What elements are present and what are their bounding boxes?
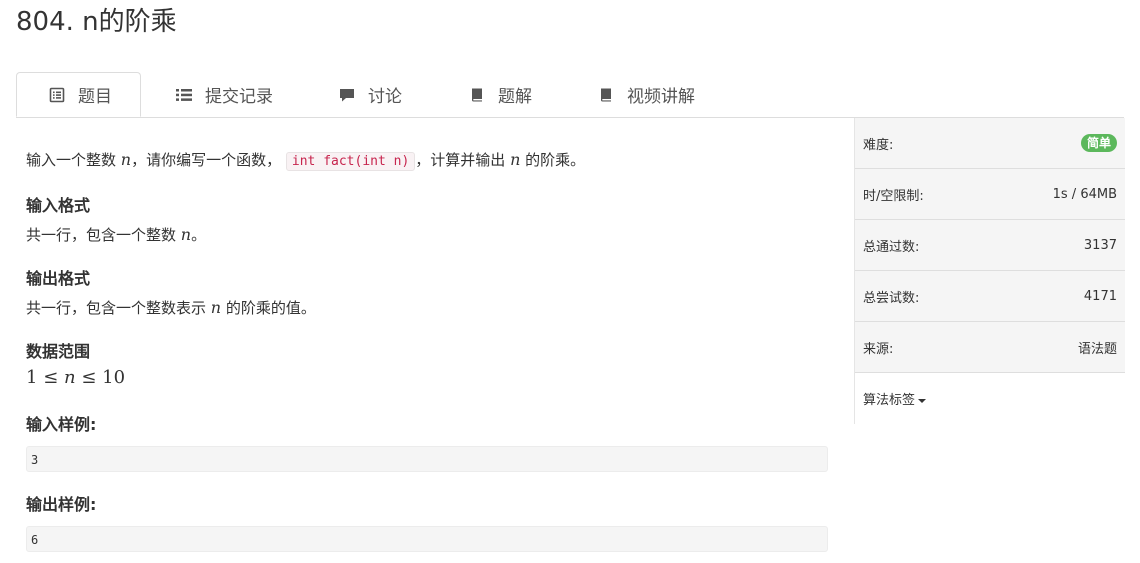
source-value[interactable]: 语法题: [1078, 338, 1117, 357]
tab-submissions-label: 提交记录: [205, 87, 273, 107]
tab-submissions[interactable]: 提交记录: [175, 72, 273, 117]
difficulty-badge: 简单: [1080, 134, 1117, 152]
math-var: n: [510, 150, 521, 169]
accepted-value: 3137: [1083, 237, 1117, 253]
output-format-text: 共一行，包含一个整数表示 n 的阶乘的值。: [26, 297, 316, 318]
bulleted-list-icon: [175, 86, 193, 104]
book-icon: [468, 86, 486, 104]
input-format-heading: 输入格式: [26, 196, 91, 215]
tab-problem[interactable]: 题目: [16, 72, 141, 117]
tab-solutions[interactable]: 题解: [468, 72, 532, 117]
problem-description: 输入一个整数 n，请你编写一个函数， int fact(int n) ，计算并输出…: [26, 149, 585, 171]
problem-info-sidebar: 难度: 简单 时/空限制: 1s / 64MB 总通过数: 3137 总尝试数:…: [854, 118, 1125, 424]
difficulty-label: 难度:: [863, 137, 894, 153]
source-label: 来源:: [863, 341, 894, 357]
tags-row: 算法标签: [855, 373, 1125, 424]
description-text: 输入一个整数: [26, 151, 121, 169]
tab-discussion[interactable]: 讨论: [338, 72, 402, 117]
page-title: 804. n的阶乘: [16, 7, 177, 37]
format-text: 的阶乘的值。: [221, 299, 316, 317]
math-var: n: [210, 298, 222, 317]
tab-problem-label: 题目: [78, 87, 112, 107]
tags-dropdown[interactable]: 算法标签: [863, 389, 927, 408]
tab-discussion-label: 讨论: [368, 87, 402, 107]
output-format-heading: 输出格式: [26, 269, 91, 288]
data-range-heading: 数据范围: [26, 342, 91, 361]
caret-down-icon: [918, 398, 927, 403]
sample-input-heading: 输入样例:: [26, 415, 97, 434]
difficulty-row: 难度: 简单: [855, 118, 1125, 169]
tab-solutions-label: 题解: [498, 87, 532, 107]
math-var: n: [180, 225, 192, 244]
attempts-row: 总尝试数: 4171: [855, 271, 1125, 322]
problem-page: 804. n的阶乘 题目 提交记录 讨论 题解 视频讲解 输入一个整数 n，请你…: [0, 0, 1140, 563]
range-operator: ≤: [81, 367, 97, 388]
comment-icon: [338, 86, 356, 104]
format-text: 共一行，包含一个整数: [26, 226, 181, 244]
limit-row: 时/空限制: 1s / 64MB: [855, 169, 1125, 220]
description-text: 的阶乘。: [520, 151, 586, 169]
sample-output-heading: 输出样例:: [26, 495, 97, 514]
book-icon: [597, 86, 615, 104]
accepted-label: 总通过数:: [863, 239, 920, 255]
tab-video[interactable]: 视频讲解: [597, 72, 695, 117]
tags-label: 算法标签: [863, 393, 916, 408]
limit-label: 时/空限制:: [863, 188, 924, 204]
sample-input-box: 3: [26, 446, 828, 472]
math-var: n: [64, 367, 76, 388]
format-text: 。: [191, 226, 207, 244]
description-text: ，计算并输出: [415, 151, 511, 169]
source-row: 来源: 语法题: [855, 322, 1125, 373]
sample-output-box: 6: [26, 526, 828, 552]
math-var: n: [120, 150, 132, 169]
accepted-row: 总通过数: 3137: [855, 220, 1125, 271]
attempts-label: 总尝试数:: [863, 290, 920, 306]
tab-bar: 题目 提交记录 讨论 题解 视频讲解: [16, 72, 1124, 118]
attempts-value: 4171: [1083, 288, 1117, 304]
range-upper: 10: [102, 367, 126, 388]
data-range-formula: 1 ≤ n ≤ 10: [26, 367, 125, 388]
range-lower: 1: [26, 367, 38, 388]
limit-value: 1s / 64MB: [1052, 186, 1117, 202]
input-format-text: 共一行，包含一个整数 n。: [26, 224, 206, 245]
code-snippet: int fact(int n): [285, 152, 416, 171]
format-text: 共一行，包含一个整数表示: [26, 299, 211, 317]
range-operator: ≤: [43, 367, 59, 388]
description-text: ，请你编写一个函数，: [131, 151, 282, 169]
list-icon: [48, 86, 66, 104]
tab-video-label: 视频讲解: [627, 87, 695, 107]
